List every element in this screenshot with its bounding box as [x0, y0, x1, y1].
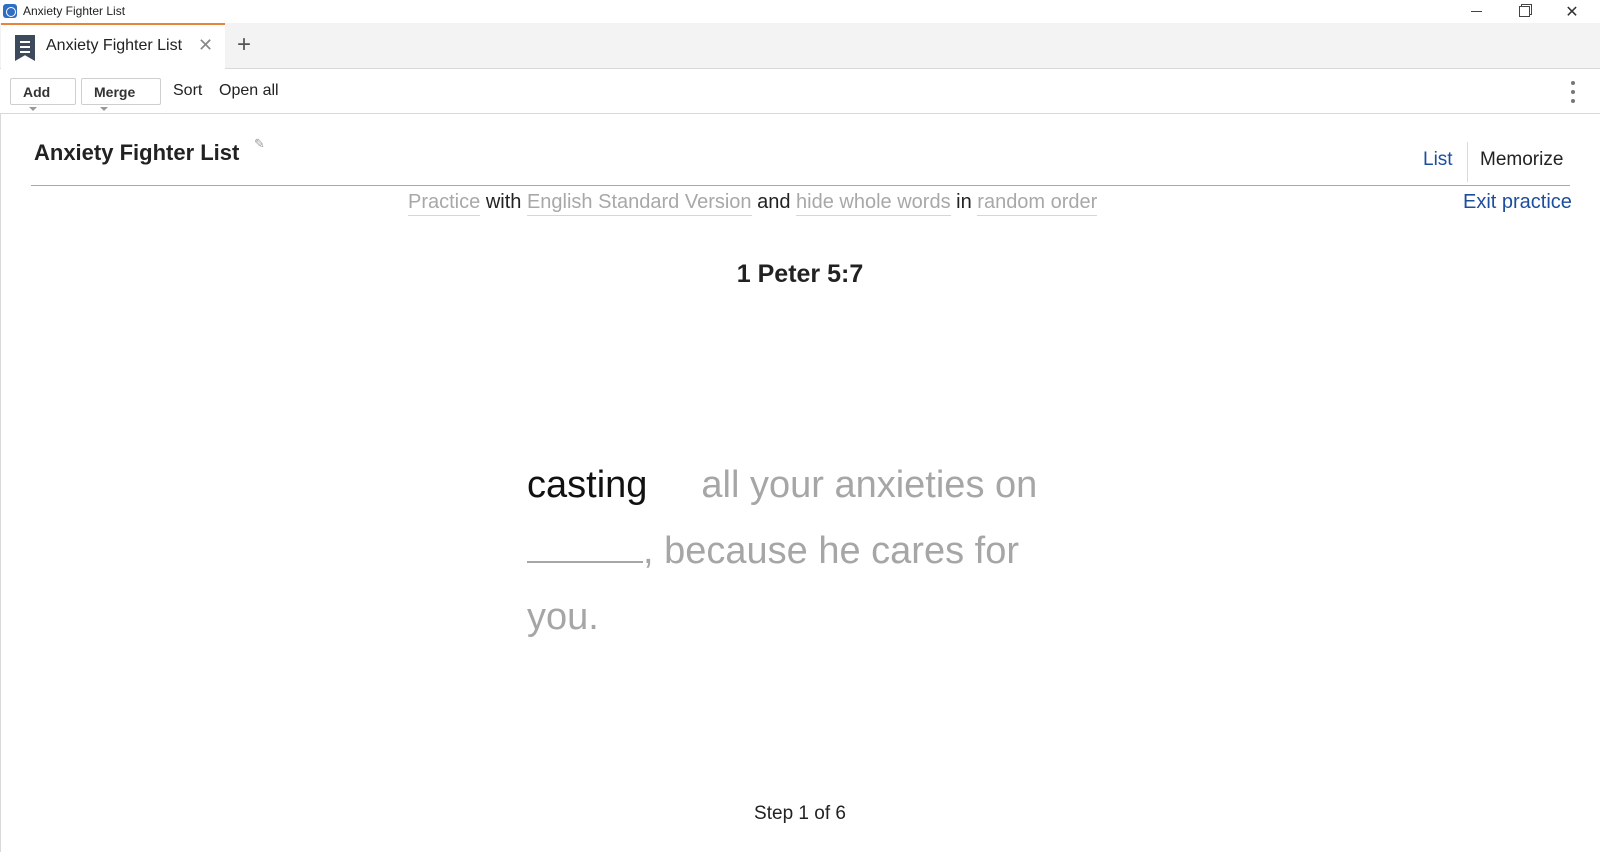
hidden-text[interactable]: all your anxieties on	[701, 464, 1037, 506]
practice-mode-select[interactable]: Practice	[408, 191, 481, 216]
memorize-view-tab[interactable]: Memorize	[1480, 149, 1563, 171]
content-border	[0, 114, 1, 852]
practice-connector: and	[757, 191, 791, 213]
practice-connector: with	[485, 191, 522, 213]
sort-button[interactable]: Sort	[173, 82, 202, 100]
new-tab-button[interactable]: +	[237, 31, 251, 59]
add-button-label: Add	[23, 84, 51, 100]
app-icon	[3, 4, 17, 18]
hide-mode-select[interactable]: hide whole words	[796, 191, 951, 216]
practice-settings: Practice with English Standard Version a…	[408, 191, 1098, 216]
maximize-button[interactable]	[1501, 0, 1547, 23]
word-blank[interactable]	[527, 533, 643, 563]
tab-close-icon[interactable]: ✕	[198, 35, 213, 56]
merge-button[interactable]: Merge	[81, 78, 161, 112]
hidden-text[interactable]: , because he cares for	[643, 530, 1019, 572]
merge-button-label: Merge	[94, 84, 136, 100]
hidden-text[interactable]: you.	[527, 596, 599, 638]
chevron-down-icon	[29, 107, 37, 112]
order-select[interactable]: random order	[977, 191, 1098, 216]
version-select[interactable]: English Standard Version	[526, 191, 752, 216]
tab-label: Anxiety Fighter List	[46, 37, 183, 54]
vertical-ellipsis-icon[interactable]	[1570, 81, 1576, 103]
tab-strip: Anxiety Fighter List ✕ +	[0, 23, 1600, 69]
add-button[interactable]: Add	[10, 78, 76, 112]
toolbar: Add Merge Sort Open all	[0, 69, 1600, 114]
open-all-button[interactable]: Open all	[219, 82, 279, 100]
close-window-button[interactable]: ✕	[1549, 0, 1595, 23]
page-title: Anxiety Fighter List	[34, 140, 240, 165]
practice-connector: in	[956, 191, 972, 213]
minimize-button[interactable]	[1453, 0, 1499, 23]
bookmark-list-icon	[15, 35, 35, 61]
window-titlebar: Anxiety Fighter List ✕	[0, 0, 1600, 23]
verse-text: casting all your anxieties on , because h…	[527, 452, 1087, 650]
window-title: Anxiety Fighter List	[23, 4, 126, 18]
pencil-icon[interactable]: ✎	[254, 136, 268, 151]
tab-anxiety-fighter-list[interactable]: Anxiety Fighter List ✕	[1, 23, 225, 69]
chevron-down-icon	[100, 107, 108, 112]
exit-practice-link[interactable]: Exit practice	[1463, 191, 1572, 214]
revealed-word: casting	[527, 464, 648, 506]
list-view-tab[interactable]: List	[1423, 149, 1453, 171]
view-divider	[1467, 142, 1468, 182]
step-indicator: Step 1 of 6	[754, 803, 846, 824]
verse-reference: 1 Peter 5:7	[736, 260, 864, 288]
header-divider	[31, 185, 1570, 186]
